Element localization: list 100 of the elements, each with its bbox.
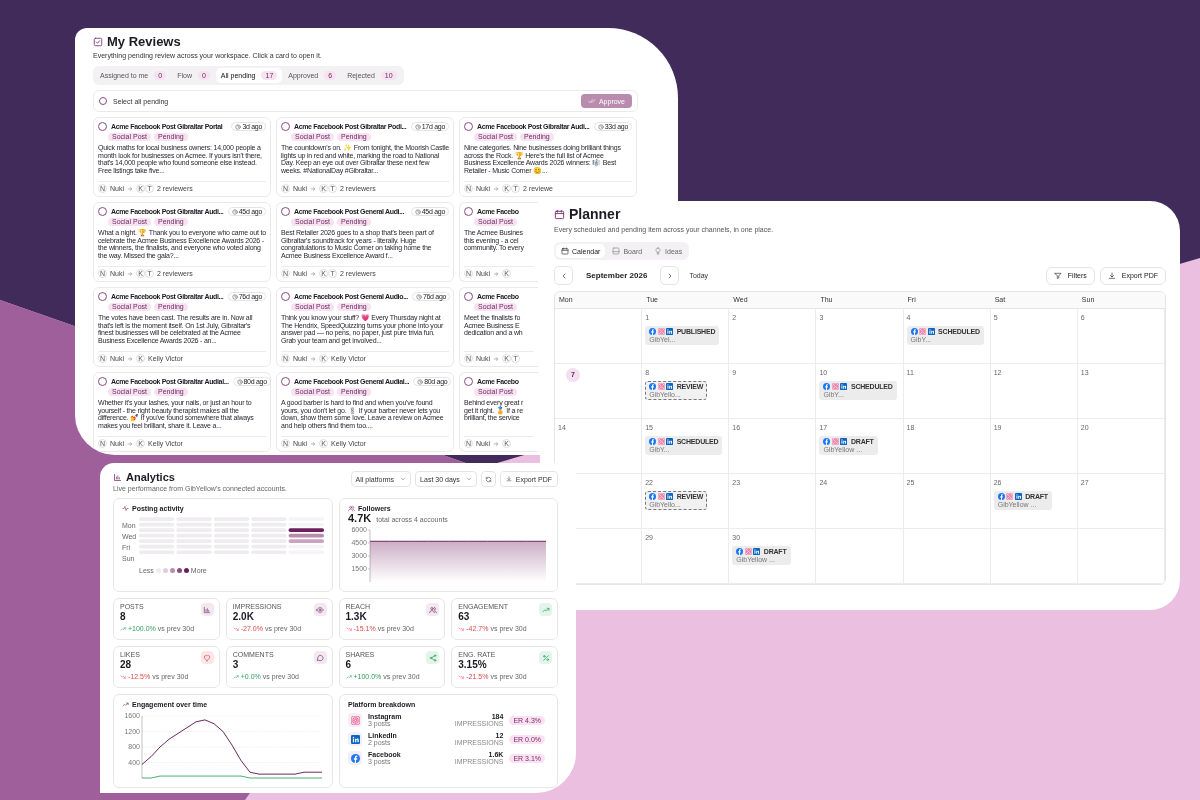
facebook-icon bbox=[649, 328, 657, 335]
stat-value: 6 bbox=[345, 659, 353, 671]
clock-icon bbox=[414, 123, 421, 130]
linkedin-icon bbox=[666, 383, 674, 390]
arrow-icon bbox=[493, 270, 499, 277]
download-icon bbox=[1107, 271, 1116, 280]
checkbox[interactable] bbox=[281, 122, 290, 131]
facebook-icon bbox=[649, 383, 657, 390]
facebook-icon bbox=[823, 383, 831, 390]
instagram-icon bbox=[744, 548, 752, 555]
heart-icon bbox=[200, 651, 214, 664]
review-card[interactable] bbox=[276, 202, 454, 282]
stat-value: 1.3K bbox=[345, 611, 368, 623]
share-icon bbox=[426, 651, 440, 664]
instagram-icon bbox=[657, 383, 665, 390]
users-icon bbox=[426, 603, 440, 616]
stat-value: 8 bbox=[120, 611, 127, 623]
linkedin-icon bbox=[840, 438, 848, 445]
window-title: Planner bbox=[569, 206, 621, 223]
review-card[interactable] bbox=[276, 117, 454, 197]
arrow-icon bbox=[127, 185, 133, 192]
arrow-icon bbox=[310, 355, 316, 362]
stat-value: 2.0K bbox=[232, 611, 255, 623]
linkedin-icon bbox=[666, 438, 674, 445]
instagram-icon bbox=[657, 438, 665, 445]
linkedin-icon bbox=[666, 493, 674, 500]
board-icon bbox=[612, 247, 621, 255]
bar-chart-icon bbox=[200, 603, 214, 616]
clock-icon bbox=[597, 123, 604, 130]
month-label: September 2026 bbox=[586, 271, 648, 280]
checkbox[interactable] bbox=[98, 377, 107, 386]
filter-icon bbox=[1053, 271, 1062, 280]
review-card[interactable] bbox=[93, 287, 271, 367]
comment-icon bbox=[313, 651, 327, 664]
facebook-icon bbox=[348, 751, 362, 765]
checkbox[interactable] bbox=[281, 292, 290, 301]
trend-up-icon bbox=[122, 701, 129, 708]
linkedin-icon bbox=[927, 328, 935, 335]
bar-chart-icon bbox=[113, 473, 122, 482]
arrow-icon bbox=[493, 185, 499, 192]
y-axis bbox=[367, 529, 371, 583]
clock-icon bbox=[415, 293, 422, 300]
facebook-icon bbox=[649, 493, 657, 500]
clock-icon bbox=[417, 378, 424, 385]
checkbox[interactable] bbox=[281, 377, 290, 386]
review-card[interactable] bbox=[276, 372, 454, 452]
review-card[interactable] bbox=[93, 117, 271, 197]
instagram-icon bbox=[919, 328, 927, 335]
clock-icon bbox=[231, 293, 238, 300]
checkbox[interactable] bbox=[281, 207, 290, 216]
checkbox[interactable] bbox=[464, 377, 473, 386]
check-icon bbox=[587, 97, 596, 105]
followers-value: 4.7K bbox=[348, 512, 372, 525]
checkbox[interactable] bbox=[98, 207, 107, 216]
arrow-icon bbox=[493, 355, 499, 362]
clock-icon bbox=[414, 208, 421, 215]
review-card[interactable] bbox=[276, 287, 454, 367]
instagram-icon bbox=[1006, 493, 1014, 500]
facebook-icon bbox=[736, 548, 744, 555]
eye-icon bbox=[313, 603, 327, 616]
review-card[interactable] bbox=[93, 372, 271, 452]
checkbox[interactable] bbox=[464, 122, 473, 131]
users-icon bbox=[348, 505, 355, 512]
arrow-icon bbox=[310, 185, 316, 192]
window-title: My Reviews bbox=[107, 34, 181, 50]
linkedin-icon bbox=[348, 732, 362, 746]
checkbox[interactable] bbox=[464, 292, 473, 301]
check-square-icon bbox=[93, 37, 103, 47]
caret-down-icon bbox=[465, 476, 472, 482]
linkedin-icon bbox=[753, 548, 761, 555]
instagram-icon bbox=[831, 438, 839, 445]
clock-icon bbox=[236, 378, 243, 385]
stat-value: 3.15% bbox=[458, 659, 488, 671]
arrow-icon bbox=[127, 355, 133, 362]
refresh-button[interactable] bbox=[480, 471, 496, 487]
instagram-icon bbox=[657, 328, 665, 335]
arrow-icon bbox=[493, 440, 499, 447]
facebook-icon bbox=[910, 328, 918, 335]
instagram-icon bbox=[348, 713, 362, 727]
checkbox[interactable] bbox=[98, 292, 107, 301]
review-card[interactable] bbox=[459, 117, 637, 197]
calendar-icon bbox=[561, 247, 569, 255]
linkedin-icon bbox=[840, 383, 848, 390]
checkbox[interactable] bbox=[98, 122, 107, 131]
stat-value: 3 bbox=[232, 659, 240, 671]
checkbox[interactable] bbox=[464, 207, 473, 216]
bulb-icon bbox=[654, 247, 663, 255]
pulse-icon bbox=[122, 505, 129, 512]
trend-up-icon bbox=[539, 603, 552, 616]
arrow-icon bbox=[310, 270, 316, 277]
checkbox[interactable] bbox=[99, 97, 107, 105]
stat-value: 63 bbox=[458, 611, 471, 623]
clock-icon bbox=[231, 208, 238, 215]
window-title: Analytics bbox=[126, 471, 175, 484]
clock-icon bbox=[235, 123, 242, 130]
arrow-icon bbox=[310, 440, 316, 447]
arrow-icon bbox=[127, 270, 133, 277]
linkedin-icon bbox=[666, 328, 674, 335]
review-card[interactable] bbox=[93, 202, 271, 282]
arrow-icon bbox=[127, 440, 133, 447]
